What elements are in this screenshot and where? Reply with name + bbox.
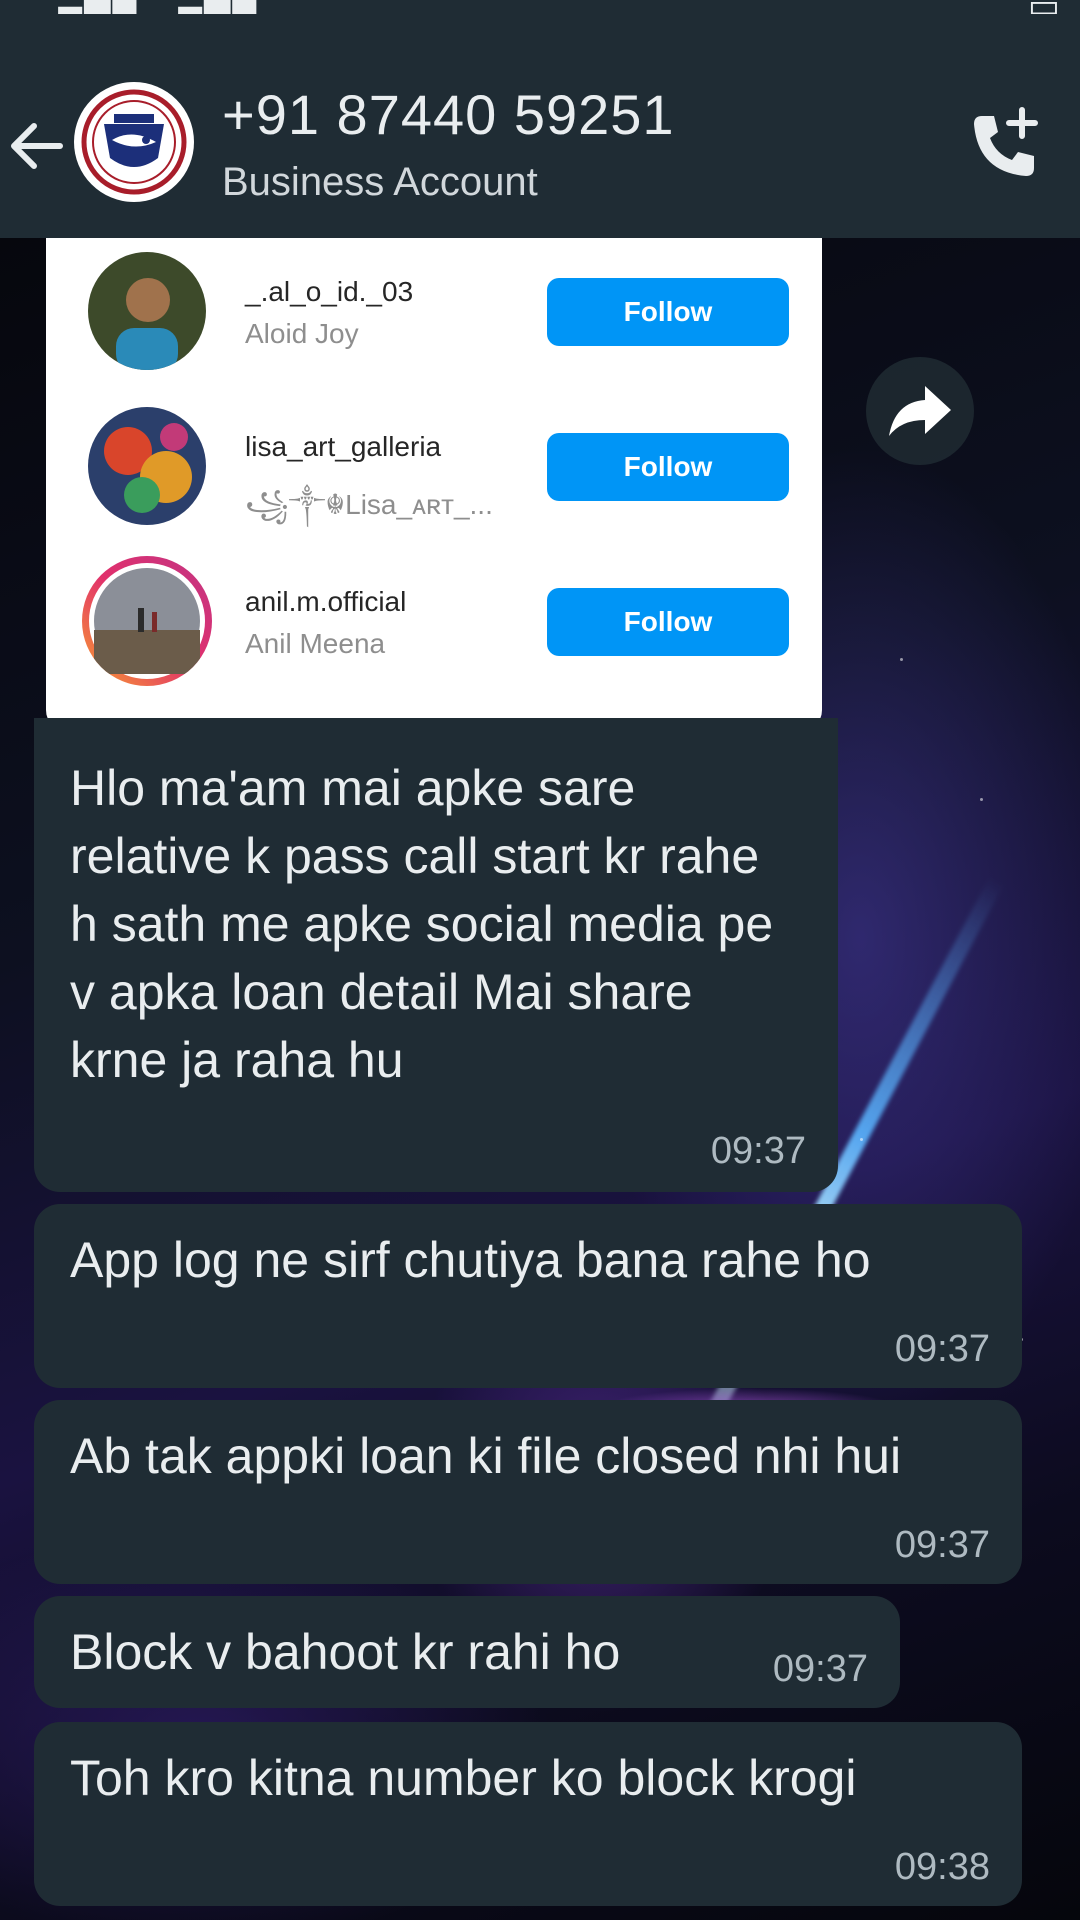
chat-header: +91 87440 59251 Business Account bbox=[0, 14, 1080, 238]
message-text: Toh kro kitna number ko block krogi bbox=[70, 1750, 857, 1806]
follow-button[interactable]: Follow bbox=[547, 278, 789, 346]
avatar[interactable] bbox=[88, 252, 206, 370]
message-time: 09:37 bbox=[772, 1648, 868, 1690]
suggestion-row: anil.m.official Anil Meena Follow bbox=[46, 548, 822, 686]
message-bubble[interactable]: Toh kro kitna number ko block krogi 09:3… bbox=[34, 1722, 1022, 1906]
follow-button[interactable]: Follow bbox=[547, 588, 789, 656]
add-call-icon[interactable] bbox=[964, 106, 1044, 186]
suggestion-row: lisa_art_galleria ꧁༒☬Lisa_ᴀʀᴛ_... Follow bbox=[46, 393, 822, 525]
crime-branch-logo-icon bbox=[81, 89, 187, 195]
suggestion-username: anil.m.official bbox=[245, 586, 407, 617]
avatar[interactable] bbox=[88, 407, 206, 525]
message-time: 09:37 bbox=[894, 1328, 990, 1370]
message-bubble[interactable]: Ab tak appki loan ki file closed nhi hui… bbox=[34, 1400, 1022, 1584]
message-bubble[interactable]: App log ne sirf chutiya bana rahe ho 09:… bbox=[34, 1204, 1022, 1388]
shared-screenshot-card[interactable]: _.al_o_id._03 Aloid Joy Follow lisa_art_… bbox=[46, 238, 822, 732]
forward-button[interactable] bbox=[866, 357, 974, 465]
message-text: App log ne sirf chutiya bana rahe ho bbox=[70, 1232, 871, 1288]
suggestion-display-name: Aloid Joy bbox=[245, 318, 359, 349]
message-text: Block v bahoot kr rahi ho bbox=[70, 1624, 621, 1680]
message-bubble[interactable]: Hlo ma'am mai apke sare relative k pass … bbox=[34, 718, 838, 1192]
contact-subtitle: Business Account bbox=[222, 160, 538, 204]
suggestion-username: _.al_o_id._03 bbox=[245, 276, 414, 307]
suggestion-username: lisa_art_galleria bbox=[245, 431, 442, 462]
avatar-story-ring[interactable] bbox=[82, 556, 212, 686]
follow-button[interactable]: Follow bbox=[547, 433, 789, 501]
message-time: 09:37 bbox=[710, 1130, 806, 1172]
forward-icon bbox=[889, 386, 951, 436]
message-time: 09:38 bbox=[894, 1846, 990, 1888]
suggestion-row: _.al_o_id._03 Aloid Joy Follow bbox=[46, 238, 822, 370]
status-bar: ▂▄▆█ ▂▄▆█ ▭ bbox=[0, 0, 1080, 14]
contact-name[interactable]: +91 87440 59251 bbox=[222, 82, 675, 147]
message-text: Hlo ma'am mai apke sare relative k pass … bbox=[70, 760, 774, 1088]
message-text: Ab tak appki loan ki file closed nhi hui bbox=[70, 1428, 902, 1484]
battery-icon: ▭ bbox=[1028, 0, 1060, 14]
suggestion-display-name: Anil Meena bbox=[245, 628, 386, 659]
contact-avatar[interactable] bbox=[74, 82, 194, 202]
back-arrow-icon[interactable] bbox=[4, 114, 68, 178]
message-time: 09:37 bbox=[894, 1524, 990, 1566]
message-bubble[interactable]: Block v bahoot kr rahi ho 09:37 bbox=[34, 1596, 900, 1708]
signal-icon: ▂▄▆█ ▂▄▆█ bbox=[30, 0, 258, 14]
suggestion-display-name: ꧁༒☬Lisa_ᴀʀᴛ_... bbox=[245, 489, 493, 520]
